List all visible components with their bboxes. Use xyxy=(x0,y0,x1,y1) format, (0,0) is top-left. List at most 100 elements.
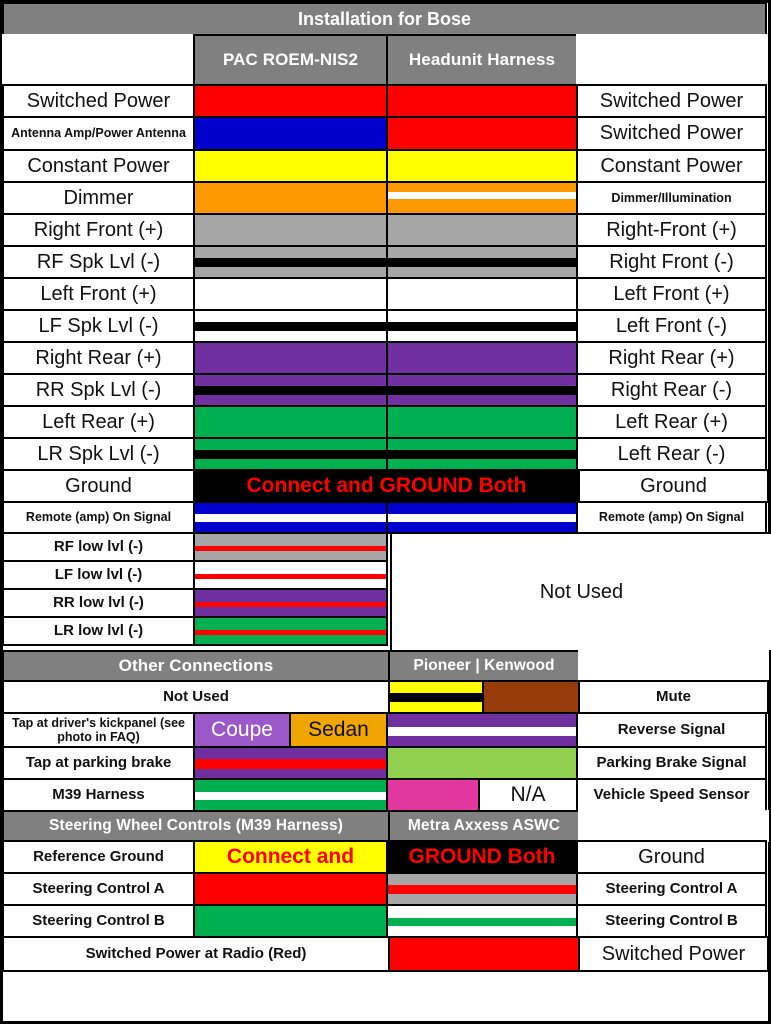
row-label-right: Right-Front (+) xyxy=(576,213,767,247)
wire-swatch-headunit xyxy=(386,213,578,247)
wire-swatch-pac xyxy=(193,437,388,471)
swc-ground-right-cell: GROUND Both xyxy=(386,840,578,874)
table-row: Antenna Amp/Power Antenna Switched Power xyxy=(2,116,768,151)
row-label-left: Tap at driver's kickpanel (see photo in … xyxy=(2,712,195,748)
row-label-left: Reference Ground xyxy=(2,840,195,874)
row-label-right: Reverse Signal xyxy=(576,712,767,748)
row-label-left: Constant Power xyxy=(2,149,195,183)
table-row: Dimmer Dimmer/Illumination xyxy=(2,181,768,215)
row-label-right: Vehicle Speed Sensor xyxy=(576,778,767,812)
wire-swatch-headunit xyxy=(386,437,578,471)
header-pac: PAC ROEM-NIS2 xyxy=(193,34,388,86)
wire-swatch-pac xyxy=(193,309,388,343)
title-row: Installation for Bose xyxy=(2,2,768,36)
wire-swatch-headunit xyxy=(386,712,578,748)
row-label-right: Dimmer/Illumination xyxy=(576,181,767,215)
coupe-sedan-cell: Coupe Sedan xyxy=(193,712,388,748)
row-label-right: Right Rear (-) xyxy=(576,373,767,407)
row-label-left: RF Spk Lvl (-) xyxy=(2,245,195,279)
table-row: LF Spk Lvl (-) Left Front (-) xyxy=(2,309,768,343)
wire-swatch-pac xyxy=(193,245,388,279)
wire-swatch-headunit xyxy=(386,904,578,938)
wire-swatch-headunit xyxy=(388,936,580,972)
swc-header-right-spacer xyxy=(578,810,769,842)
table-row: Tap at parking brake Parking Brake Signa… xyxy=(2,746,768,780)
row-label-right: Steering Control B xyxy=(576,904,767,938)
pioneer-kenwood-title: Pioneer | Kenwood xyxy=(388,650,580,682)
table-row: Left Rear (+) Left Rear (+) xyxy=(2,405,768,439)
row-label-left: M39 Harness xyxy=(2,778,195,812)
connect-and-label: Connect and xyxy=(226,845,355,869)
table-row: Right Rear (+) Right Rear (+) xyxy=(2,341,768,375)
row-label-left: Tap at parking brake xyxy=(2,746,195,780)
row-label-left: Left Front (+) xyxy=(2,277,195,311)
other-connections-title: Other Connections xyxy=(2,650,390,682)
wire-swatch-headunit xyxy=(386,405,578,439)
other-header-right-spacer xyxy=(578,650,769,682)
wire-swatch-pac xyxy=(193,116,388,151)
ground-both-label: GROUND Both xyxy=(408,845,556,869)
wire-swatch-pac xyxy=(193,872,388,906)
row-label-left: Switched Power xyxy=(2,84,195,118)
wire-swatch-headunit xyxy=(386,501,578,534)
row-label-left: Not Used xyxy=(2,680,390,714)
row-label-right: Parking Brake Signal xyxy=(576,746,767,780)
wire-swatch-pac xyxy=(193,560,388,590)
table-row: Right Front (+) Right-Front (+) xyxy=(2,213,768,247)
wire-swatch-headunit xyxy=(386,116,578,151)
ground-merged-cell: Connect and GROUND Both xyxy=(193,469,580,503)
row-label-left: Right Rear (+) xyxy=(2,341,195,375)
wire-swatch-pac xyxy=(193,532,388,562)
table-row-reference-ground: Reference Ground Connect and GROUND Both… xyxy=(2,840,768,874)
table-row: Switched Power at Radio (Red) Switched P… xyxy=(2,936,769,972)
row-label-right: Switched Power xyxy=(576,116,767,151)
wire-swatch-headunit xyxy=(386,746,578,780)
na-label: N/A xyxy=(510,783,546,807)
row-label-left: LF Spk Lvl (-) xyxy=(2,309,195,343)
table-row: Not Used Mute xyxy=(2,680,769,714)
wire-swatch-headunit xyxy=(386,181,578,215)
table-row: RR Spk Lvl (-) Right Rear (-) xyxy=(2,373,768,407)
row-label-right: Mute xyxy=(578,680,769,714)
table-row: M39 Harness N/A Vehicle Speed Sensor xyxy=(2,778,768,812)
row-label-right: Right Rear (+) xyxy=(576,341,767,375)
header-headunit: Headunit Harness xyxy=(386,34,578,86)
row-label-left: RR low lvl (-) xyxy=(2,588,195,618)
row-label-right: Right Front (-) xyxy=(576,245,767,279)
wire-swatch-pac xyxy=(193,84,388,118)
row-label-left: Dimmer xyxy=(2,181,195,215)
table-row: RF Spk Lvl (-) Right Front (-) xyxy=(2,245,768,279)
table-row: Steering Control A Steering Control A xyxy=(2,872,768,906)
row-label-left: Right Front (+) xyxy=(2,213,195,247)
low-level-not-used-cell: Not Used xyxy=(390,532,771,652)
row-label-right: Left Rear (+) xyxy=(576,405,767,439)
wire-swatch-headunit xyxy=(386,309,578,343)
wire-swatch-pac xyxy=(193,373,388,407)
row-label-right: Constant Power xyxy=(576,149,767,183)
table-row-ground: Ground Connect and GROUND Both Ground xyxy=(2,469,769,503)
row-label-left: Antenna Amp/Power Antenna xyxy=(2,116,195,151)
row-label-left: LR low lvl (-) xyxy=(2,616,195,646)
row-label-left: Left Rear (+) xyxy=(2,405,195,439)
row-label-left: Steering Control B xyxy=(2,904,195,938)
header-left-spacer xyxy=(2,34,195,86)
table-row: RF low lvl (-) xyxy=(2,532,391,562)
row-label-left: Switched Power at Radio (Red) xyxy=(2,936,390,972)
table-row: RR low lvl (-) xyxy=(2,588,391,618)
table-row: LR Spk Lvl (-) Left Rear (-) xyxy=(2,437,768,471)
row-label-left: Steering Control A xyxy=(2,872,195,906)
row-label-right: Left Front (-) xyxy=(576,309,767,343)
column-header-row: PAC ROEM-NIS2 Headunit Harness xyxy=(2,34,768,86)
row-label-left: LR Spk Lvl (-) xyxy=(2,437,195,471)
table-row: LR low lvl (-) xyxy=(2,616,391,646)
table-row: Tap at driver's kickpanel (see photo in … xyxy=(2,712,768,748)
coupe-label: Coupe xyxy=(211,718,273,742)
wire-swatch-headunit xyxy=(386,373,578,407)
row-label-right: Ground xyxy=(578,469,769,503)
wire-swatch-headunit xyxy=(386,84,578,118)
wiring-chart: Installation for Bose PAC ROEM-NIS2 Head… xyxy=(0,0,771,1024)
row-label-left: RR Spk Lvl (-) xyxy=(2,373,195,407)
wire-swatch-pac xyxy=(193,501,388,534)
wire-swatch-pac xyxy=(193,778,388,812)
wire-swatch-pac xyxy=(193,588,388,618)
